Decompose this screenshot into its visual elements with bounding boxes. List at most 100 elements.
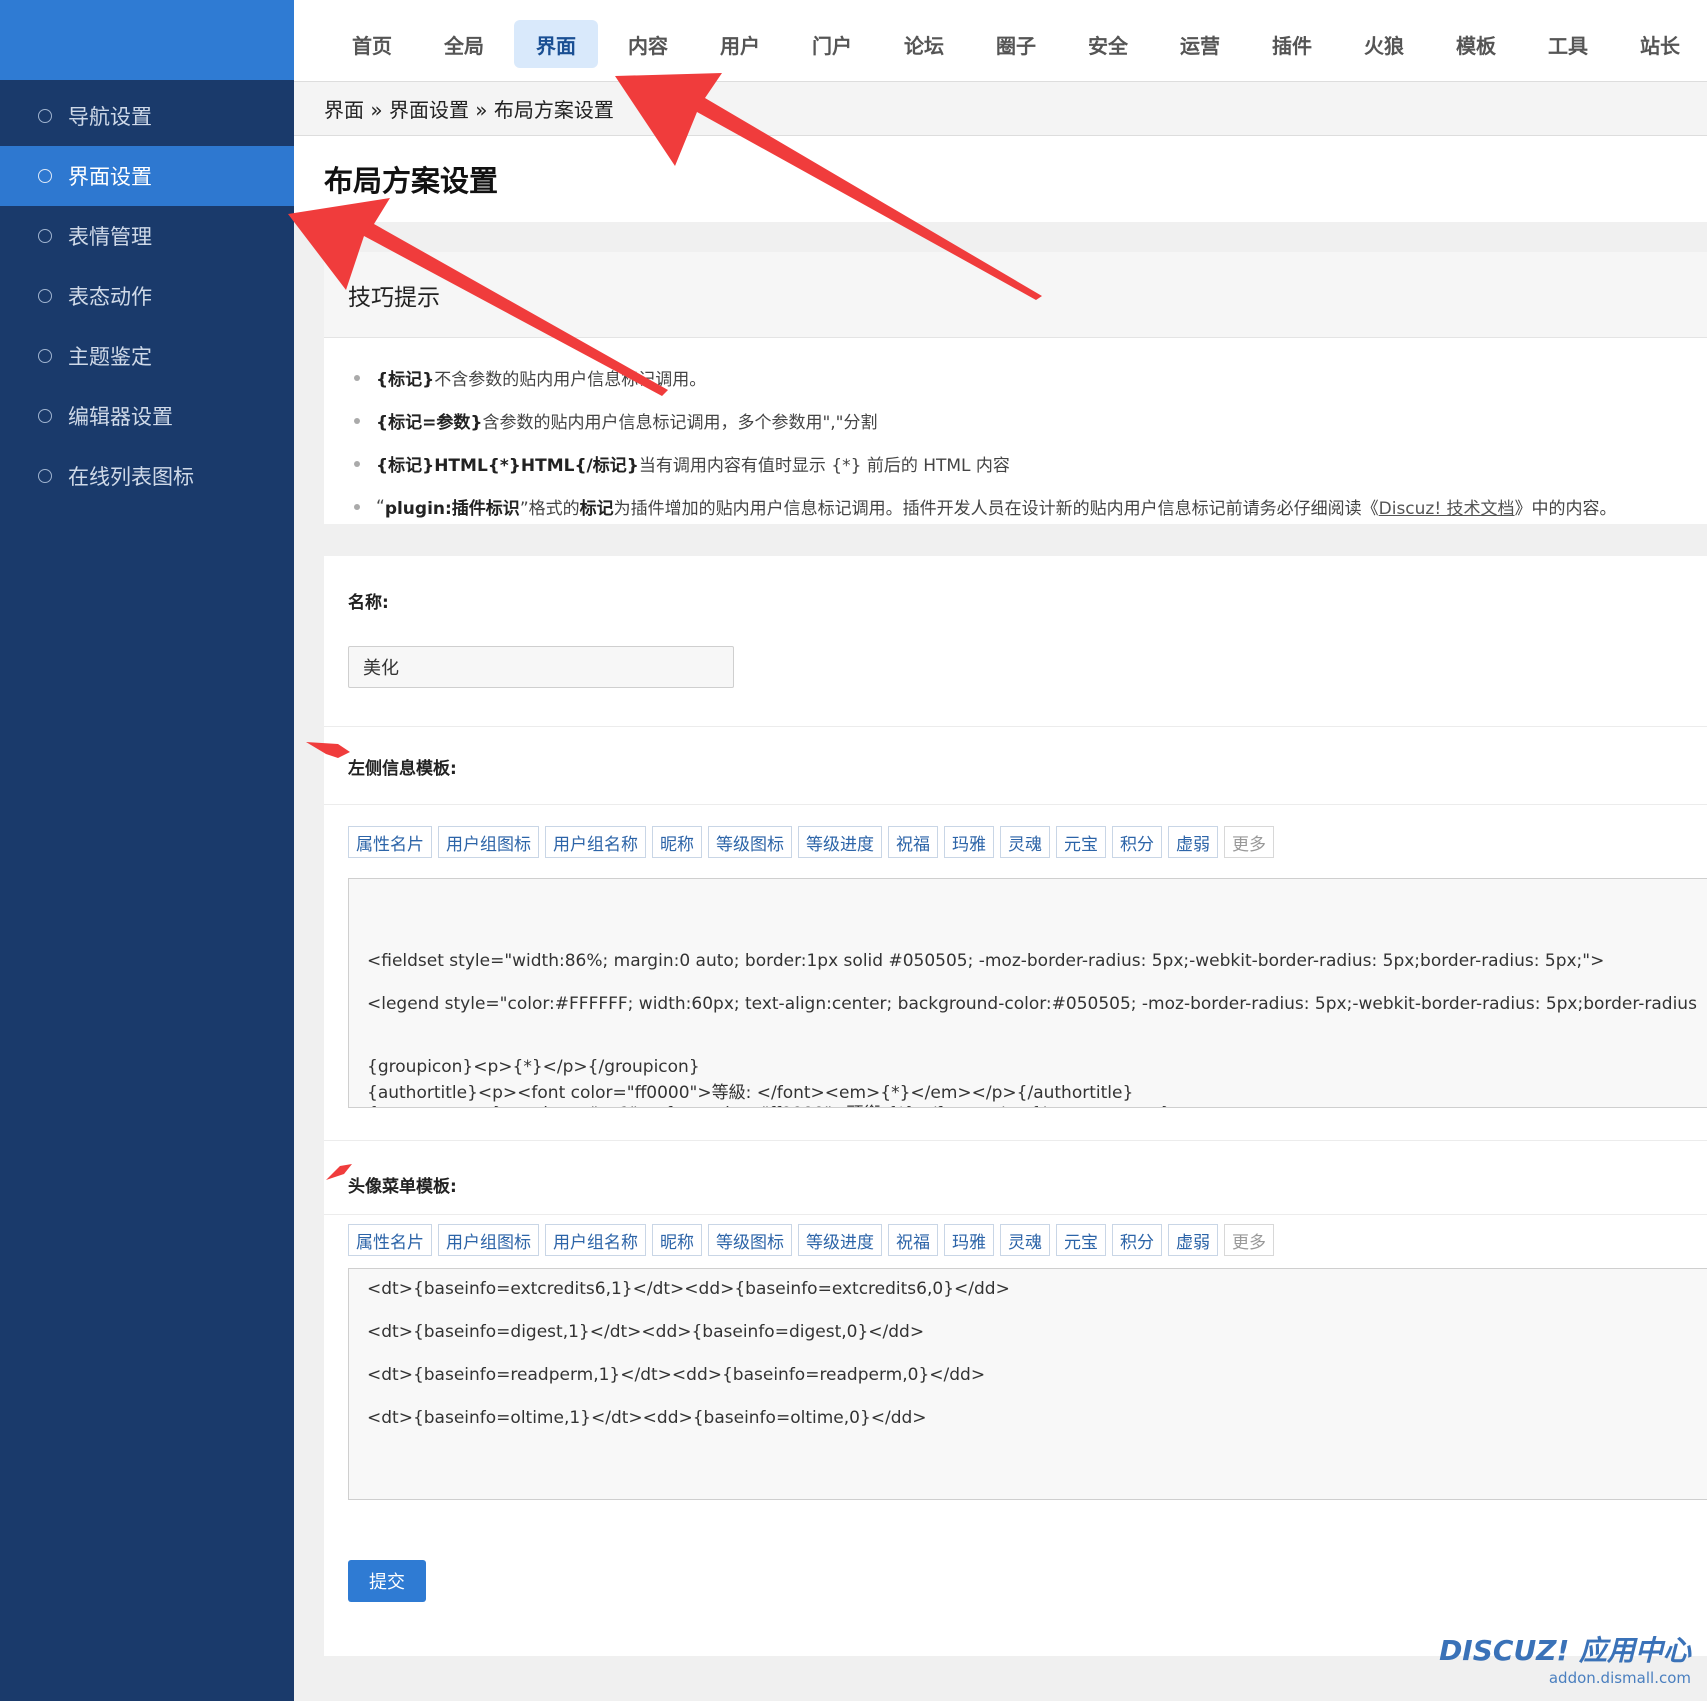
tech-doc-link[interactable]: Discuz! 技术文档 <box>1379 494 1515 519</box>
title-bar: 布局方案设置 <box>294 136 1707 222</box>
sidebar-item-thread-stamps[interactable]: 主题鉴定 <box>0 326 294 386</box>
tip-strong: plugin:插件标识 <box>384 499 520 519</box>
tab-webmaster[interactable]: 站长 <box>1614 20 1706 68</box>
avatar-tag-buttons: 属性名片 用户组图标 用户组名称 昵称 等级图标 等级进度 祝福 玛雅 灵魂 元… <box>348 1224 1280 1256</box>
circle-icon <box>38 169 52 183</box>
tag-button[interactable]: 用户组图标 <box>438 1224 539 1256</box>
avatar-template-textarea[interactable]: <dt>{baseinfo=extcredits6,1}</dt><dd>{ba… <box>348 1268 1707 1500</box>
tag-button[interactable]: 祝福 <box>888 826 938 858</box>
circle-icon <box>38 349 52 363</box>
bullet-icon <box>354 503 360 510</box>
sidebar-item-label: 表态动作 <box>68 285 152 309</box>
tip-item: {标记}HTML{*}HTML{/标记} 当有调用内容有值时显示 {*} 前后的… <box>354 442 1707 485</box>
tab-home[interactable]: 首页 <box>326 20 418 68</box>
tip-strong-2: 标记 <box>579 499 614 519</box>
tab-users[interactable]: 用户 <box>694 20 786 68</box>
tag-button[interactable]: 元宝 <box>1056 826 1106 858</box>
tab-huolang[interactable]: 火狼 <box>1338 20 1430 68</box>
sidebar-item-online-icons[interactable]: 在线列表图标 <box>0 446 294 506</box>
top-navigation: 首页 全局 界面 内容 用户 门户 论坛 圈子 安全 运营 插件 火狼 模板 工… <box>294 0 1707 82</box>
name-input[interactable] <box>348 646 734 688</box>
tag-button[interactable]: 用户组名称 <box>545 1224 646 1256</box>
sidebar-item-label: 编辑器设置 <box>68 405 173 429</box>
tag-button[interactable]: 等级图标 <box>708 826 792 858</box>
sidebar-item-label: 表情管理 <box>68 225 152 249</box>
tag-button[interactable]: 积分 <box>1112 826 1162 858</box>
circle-icon <box>38 469 52 483</box>
name-label: 名称: <box>348 593 389 613</box>
tag-button[interactable]: 积分 <box>1112 1224 1162 1256</box>
tab-interface[interactable]: 界面 <box>514 20 598 68</box>
tag-button[interactable]: 昵称 <box>652 1224 702 1256</box>
sidebar-item-emoticons[interactable]: 表情管理 <box>0 206 294 266</box>
code-line: <dt>{baseinfo=extcredits6,1}</dt><dd>{ba… <box>367 1279 1010 1299</box>
circle-icon <box>38 229 52 243</box>
tag-button[interactable]: 虚弱 <box>1168 1224 1218 1256</box>
circle-icon <box>38 289 52 303</box>
tag-button[interactable]: 等级进度 <box>798 826 882 858</box>
tab-content[interactable]: 内容 <box>602 20 694 68</box>
tip-item: {标记=参数} 含参数的贴内用户信息标记调用，多个参数用","分割 <box>354 399 1707 442</box>
tips-panel: 技巧提示 {标记} 不含参数的贴内用户信息标记调用。 {标记=参数} 含参数的贴… <box>324 252 1707 524</box>
tip-item: {标记} 不含参数的贴内用户信息标记调用。 <box>354 356 1707 399</box>
tab-groups[interactable]: 圈子 <box>970 20 1062 68</box>
tab-forum[interactable]: 论坛 <box>878 20 970 68</box>
tag-button[interactable]: 属性名片 <box>348 1224 432 1256</box>
sidebar-item-ui-settings[interactable]: 界面设置 <box>0 146 294 206</box>
tab-portal[interactable]: 门户 <box>786 20 878 68</box>
more-button[interactable]: 更多 <box>1224 1224 1274 1256</box>
tag-button[interactable]: 玛雅 <box>944 1224 994 1256</box>
tab-operations[interactable]: 运营 <box>1154 20 1246 68</box>
tag-button[interactable]: 等级图标 <box>708 1224 792 1256</box>
tip-strong: {标记} <box>376 370 435 390</box>
tab-security[interactable]: 安全 <box>1062 20 1154 68</box>
sidebar-item-actions[interactable]: 表态动作 <box>0 266 294 326</box>
layout-form: 名称: 左侧信息模板: 属性名片 用户组图标 用户组名称 昵称 等级图标 等级进… <box>324 556 1707 1656</box>
sidebar-item-label: 在线列表图标 <box>68 465 194 489</box>
page-title: 布局方案设置 <box>324 164 499 198</box>
tag-button[interactable]: 灵魂 <box>1000 1224 1050 1256</box>
left-template-textarea[interactable]: <fieldset style="width:86%; margin:0 aut… <box>348 878 1707 1108</box>
tag-button[interactable]: 昵称 <box>652 826 702 858</box>
tip-text: 含参数的贴内用户信息标记调用，多个参数用","分割 <box>482 413 878 433</box>
sidebar: 导航设置 界面设置 表情管理 表态动作 主题鉴定 编辑器设置 在线列表图标 <box>0 0 294 1701</box>
tip-prefix: “ <box>376 496 385 517</box>
watermark-logo: DISCUZ! 应用中心 <box>1439 1634 1691 1667</box>
tag-button[interactable]: 灵魂 <box>1000 826 1050 858</box>
divider <box>324 1140 1707 1141</box>
tab-tools[interactable]: 工具 <box>1522 20 1614 68</box>
code-line: <dt>{baseinfo=readperm,1}</dt><dd>{basei… <box>367 1365 986 1385</box>
tip-strong: {标记=参数} <box>376 413 483 433</box>
tips-list: {标记} 不含参数的贴内用户信息标记调用。 {标记=参数} 含参数的贴内用户信息… <box>324 338 1707 528</box>
circle-icon <box>38 109 52 123</box>
more-button[interactable]: 更多 <box>1224 826 1274 858</box>
tag-button[interactable]: 祝福 <box>888 1224 938 1256</box>
divider <box>324 1214 1707 1215</box>
sidebar-item-editor-settings[interactable]: 编辑器设置 <box>0 386 294 446</box>
left-template-label: 左侧信息模板: <box>348 759 457 779</box>
tip-suffix: 》中的内容。 <box>1514 499 1617 519</box>
avatar-template-label: 头像菜单模板: <box>348 1177 457 1197</box>
sidebar-item-label: 主题鉴定 <box>68 345 152 369</box>
watermark-url: addon.dismall.com <box>1548 1669 1691 1687</box>
tag-button[interactable]: 元宝 <box>1056 1224 1106 1256</box>
tag-button[interactable]: 虚弱 <box>1168 826 1218 858</box>
submit-button[interactable]: 提交 <box>348 1560 426 1602</box>
tag-button[interactable]: 玛雅 <box>944 826 994 858</box>
divider <box>324 804 1707 805</box>
tag-button[interactable]: 用户组图标 <box>438 826 539 858</box>
tips-heading: 技巧提示 <box>324 252 1707 338</box>
tip-item: “plugin:插件标识 ”格式的 标记 为插件增加的贴内用户信息标记调用。插件开发人… <box>354 485 1707 528</box>
sidebar-item-label: 导航设置 <box>68 105 152 129</box>
tag-button[interactable]: 属性名片 <box>348 826 432 858</box>
left-tag-buttons: 属性名片 用户组图标 用户组名称 昵称 等级图标 等级进度 祝福 玛雅 灵魂 元… <box>348 826 1280 858</box>
tip-text: ”格式的 <box>519 499 580 519</box>
watermark: DISCUZ! 应用中心 addon.dismall.com <box>1439 1629 1691 1687</box>
tag-button[interactable]: 用户组名称 <box>545 826 646 858</box>
tab-plugins[interactable]: 插件 <box>1246 20 1338 68</box>
sidebar-item-nav-settings[interactable]: 导航设置 <box>0 86 294 146</box>
tab-global[interactable]: 全局 <box>418 20 510 68</box>
tab-templates[interactable]: 模板 <box>1430 20 1522 68</box>
tag-button[interactable]: 等级进度 <box>798 1224 882 1256</box>
circle-icon <box>38 409 52 423</box>
